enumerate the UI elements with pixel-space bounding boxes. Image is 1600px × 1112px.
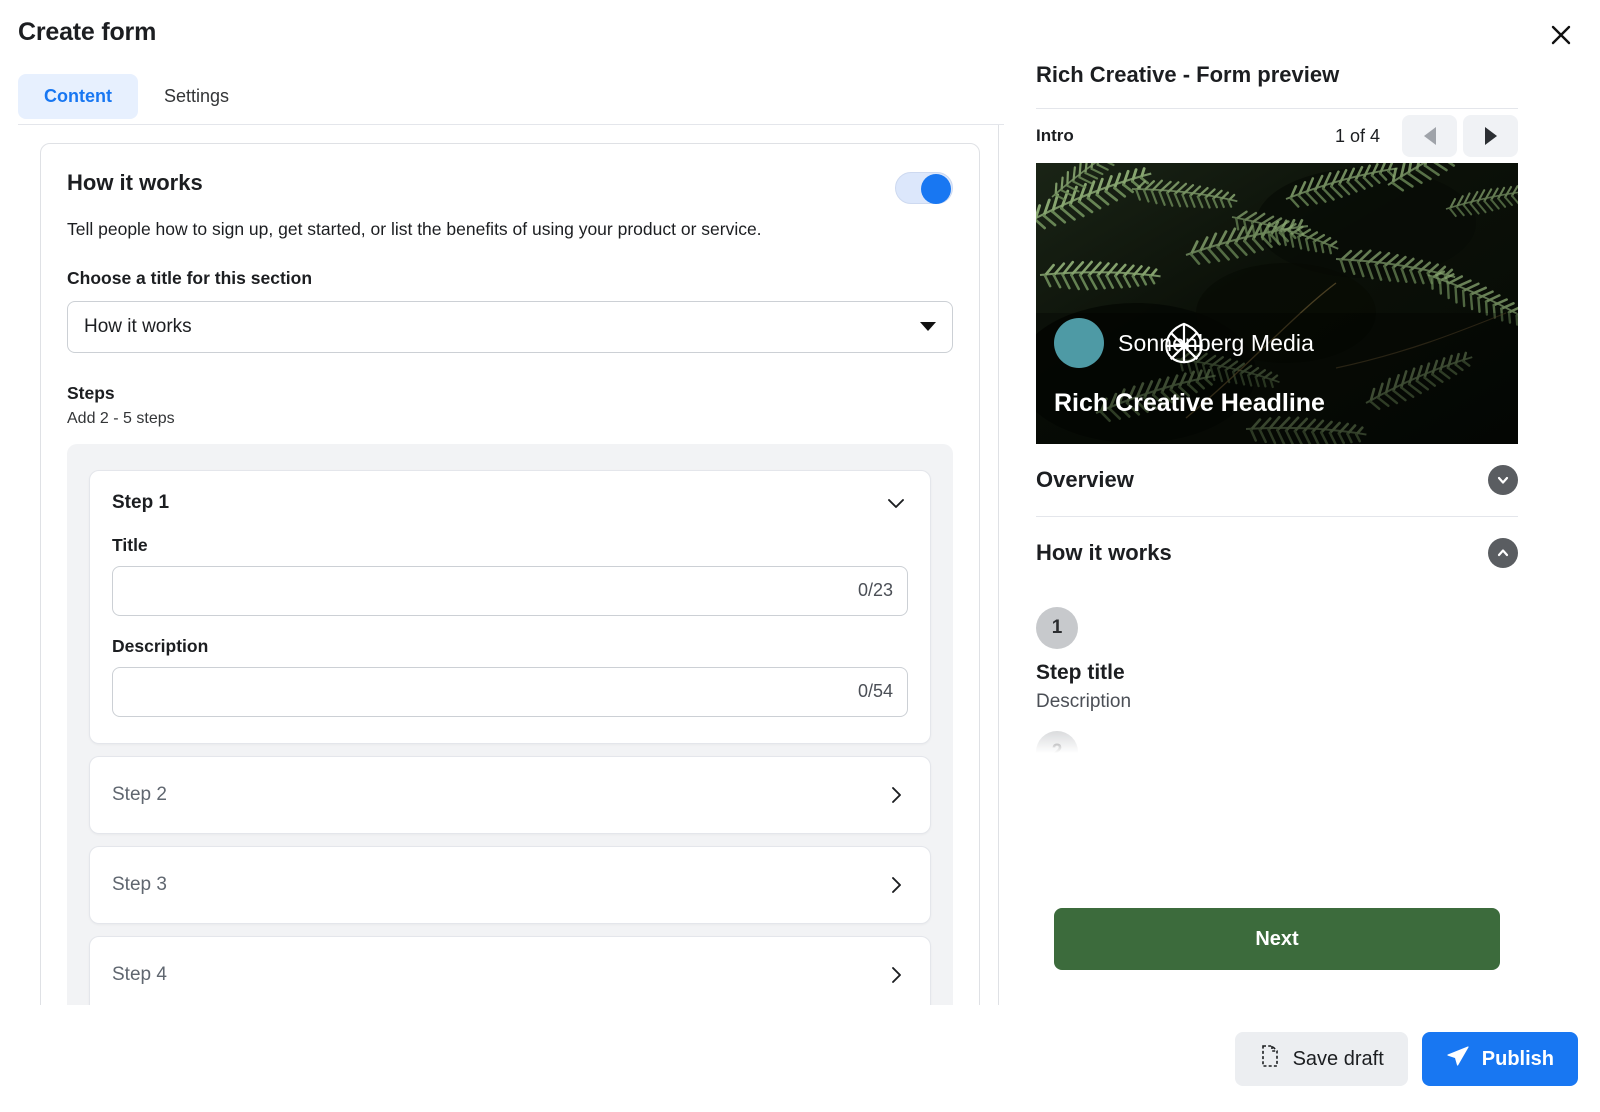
- preview-cta-next-button[interactable]: Next: [1054, 908, 1500, 970]
- step-1-description-counter: 0/54: [857, 681, 893, 702]
- preview-accordion-overview-label: Overview: [1036, 467, 1134, 492]
- preview-step-1-number: 1: [1036, 607, 1078, 649]
- tab-content[interactable]: Content: [18, 74, 138, 119]
- tab-settings[interactable]: Settings: [138, 74, 255, 119]
- toggle-knob: [921, 174, 951, 204]
- step-1-title-input[interactable]: 0/23: [112, 565, 908, 616]
- section-enable-toggle[interactable]: [895, 172, 953, 204]
- chevron-right-icon: [884, 783, 908, 807]
- preview-step-1: 1 Step title Description: [1036, 607, 1518, 713]
- step-1-description-input[interactable]: 0/54: [112, 666, 908, 717]
- chevron-down-icon[interactable]: [884, 491, 908, 515]
- step-1-title-counter: 0/23: [857, 580, 893, 601]
- pane-divider: [998, 125, 999, 1005]
- preview-accordion-how-it-works-label: How it works: [1036, 540, 1172, 565]
- preview-heading: Rich Creative - Form preview: [1036, 62, 1340, 87]
- chevron-right-icon: [884, 873, 908, 897]
- preview-step-2-number: 2: [1036, 731, 1078, 766]
- preview-accordion-overview[interactable]: Overview: [1036, 444, 1518, 516]
- step-card-2[interactable]: Step 2: [89, 755, 931, 834]
- triangle-right-icon: [1484, 127, 1497, 145]
- step-card-1: Step 1 Title 0/23 Description 0/54: [89, 469, 931, 744]
- chevron-down-icon[interactable]: [1488, 465, 1518, 495]
- save-draft-button[interactable]: Save draft: [1234, 1032, 1408, 1086]
- step-card-3[interactable]: Step 3: [89, 845, 931, 924]
- chevron-right-icon: [884, 963, 908, 987]
- preview-prev-button[interactable]: [1402, 115, 1457, 157]
- page-title: Create form: [18, 18, 157, 46]
- preview-page-indicator: 1 of 4: [1334, 125, 1380, 146]
- preview-hero-image: Sonnenberg Media Rich Creative Headline: [1036, 163, 1518, 444]
- preview-step-1-title: Step title: [1036, 661, 1125, 684]
- steps-list: Step 1 Title 0/23 Description 0/54 Step …: [67, 443, 953, 1005]
- preview-accordion-how-it-works[interactable]: How it works: [1036, 517, 1518, 589]
- hero-brand: Sonnenberg Media: [1054, 318, 1314, 368]
- chevron-up-icon[interactable]: [1488, 538, 1518, 568]
- publish-label: Publish: [1481, 1047, 1554, 1070]
- leaf-logo-icon: [1054, 318, 1203, 368]
- preview-nav-row: Intro 1 of 4: [1036, 109, 1518, 163]
- step-1-title-label: Title: [112, 534, 148, 555]
- paper-plane-icon: [1446, 1044, 1470, 1074]
- publish-button[interactable]: Publish: [1421, 1032, 1578, 1086]
- section-description: Tell people how to sign up, get started,…: [67, 219, 762, 239]
- step-3-title: Step 3: [112, 873, 167, 895]
- section-title: How it works: [67, 170, 203, 195]
- section-title-select[interactable]: How it works: [67, 300, 953, 353]
- close-button[interactable]: [1544, 18, 1578, 52]
- tab-bar: Content Settings: [18, 74, 255, 119]
- step-card-4[interactable]: Step 4: [89, 935, 931, 1005]
- hero-headline: Rich Creative Headline: [1054, 389, 1325, 417]
- save-draft-label: Save draft: [1292, 1047, 1384, 1070]
- close-icon: [1550, 24, 1572, 46]
- dialog-footer: Save draft Publish: [0, 1006, 1600, 1112]
- preview-pane: Rich Creative - Form preview Intro 1 of …: [1036, 62, 1518, 766]
- preview-step-1-description: Description: [1036, 691, 1132, 712]
- create-form-dialog: Create form Content Settings How it work…: [0, 0, 1600, 1112]
- step-1-title: Step 1: [112, 491, 170, 513]
- triangle-left-icon: [1423, 127, 1436, 145]
- preview-current-step: Intro: [1036, 126, 1074, 145]
- preview-next-button[interactable]: [1463, 115, 1518, 157]
- preview-sections-scroll[interactable]: Overview How it works 1 Step title Descr…: [1036, 444, 1518, 766]
- editor-pane: How it works Tell people how to sign up,…: [0, 125, 998, 1005]
- chevron-down-icon: [920, 322, 936, 332]
- preview-step-2: 2 Step title Description: [1036, 731, 1518, 766]
- step-4-title: Step 4: [112, 963, 167, 985]
- section-title-select-value: How it works: [84, 315, 192, 337]
- section-card: How it works Tell people how to sign up,…: [40, 143, 980, 1005]
- steps-label: Steps: [67, 382, 115, 403]
- document-draft-icon: [1259, 1044, 1281, 1074]
- steps-hint: Add 2 - 5 steps: [67, 409, 175, 427]
- step-1-description-label: Description: [112, 635, 209, 656]
- step-2-title: Step 2: [112, 783, 167, 805]
- title-select-label: Choose a title for this section: [67, 267, 313, 288]
